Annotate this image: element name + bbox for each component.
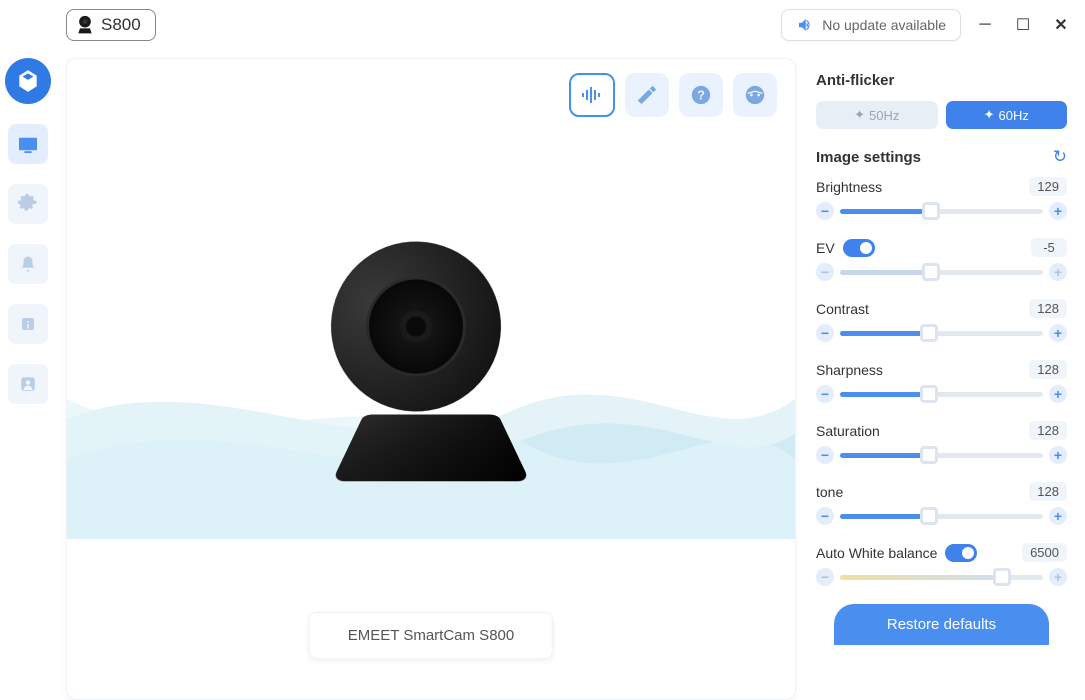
decrement-button[interactable]: − (816, 202, 834, 220)
anti-flicker-options: ✦50Hz ✦60Hz (816, 101, 1067, 129)
setting-value: 128 (1029, 360, 1067, 379)
question-icon: ? (690, 84, 712, 106)
mask-icon (744, 84, 766, 106)
setting-contrast: Contrast128−+ (816, 299, 1067, 342)
setting-toggle[interactable] (945, 544, 977, 562)
sidebar-camera-icon[interactable] (8, 124, 48, 164)
product-name-label: EMEET SmartCam S800 (309, 612, 553, 659)
setting-label: Auto White balance (816, 545, 937, 561)
setting-tone: tone128−+ (816, 482, 1067, 525)
setting-label: tone (816, 484, 843, 500)
setting-value: -5 (1031, 238, 1067, 257)
setting-slider[interactable]: −+ (816, 324, 1067, 342)
tools-button[interactable] (625, 73, 669, 117)
sparkle-icon: ✦ (854, 107, 865, 123)
setting-slider[interactable]: −+ (816, 507, 1067, 525)
slider-track[interactable] (840, 453, 1043, 458)
sidebar-profile-icon[interactable] (8, 364, 48, 404)
audio-tool-button[interactable] (569, 73, 615, 117)
minimize-button[interactable]: ─ (971, 11, 999, 39)
setting-label: Sharpness (816, 362, 883, 378)
setting-label: Saturation (816, 423, 880, 439)
setting-value: 6500 (1022, 543, 1067, 562)
decrement-button[interactable]: − (816, 507, 834, 525)
maximize-button[interactable]: ☐ (1009, 11, 1037, 39)
setting-value: 129 (1029, 177, 1067, 196)
sidebar (0, 0, 56, 700)
sidebar-info-icon[interactable] (8, 304, 48, 344)
product-image (331, 242, 531, 492)
setting-toggle[interactable] (843, 239, 875, 257)
reset-image-settings-icon[interactable]: ↻ (1053, 147, 1067, 167)
sidebar-notifications-icon[interactable] (8, 244, 48, 284)
decrement-button[interactable]: − (816, 324, 834, 342)
restore-defaults-button[interactable]: Restore defaults (834, 604, 1049, 645)
audio-bars-icon (580, 85, 604, 105)
increment-button[interactable]: + (1049, 324, 1067, 342)
slider-track[interactable] (840, 514, 1043, 519)
device-selector[interactable]: S800 (66, 9, 156, 41)
webcam-icon (75, 14, 95, 36)
slider-track (840, 270, 1043, 275)
setting-value: 128 (1029, 421, 1067, 440)
decrement-button[interactable]: − (816, 446, 834, 464)
help-button[interactable]: ? (679, 73, 723, 117)
increment-button: + (1049, 263, 1067, 281)
image-settings-title: Image settings (816, 149, 921, 166)
setting-slider[interactable]: −+ (816, 446, 1067, 464)
slider-track[interactable] (840, 392, 1043, 397)
app-logo (5, 58, 51, 104)
increment-button[interactable]: + (1049, 385, 1067, 403)
setting-label: EV (816, 240, 835, 256)
setting-value: 128 (1029, 482, 1067, 501)
increment-button[interactable]: + (1049, 507, 1067, 525)
increment-button[interactable]: + (1049, 446, 1067, 464)
slider-track[interactable] (840, 209, 1043, 214)
setting-saturation: Saturation128−+ (816, 421, 1067, 464)
decrement-button: − (816, 263, 834, 281)
setting-label: Contrast (816, 301, 869, 317)
setting-slider: −+ (816, 568, 1067, 586)
sidebar-settings-icon[interactable] (8, 184, 48, 224)
update-text: No update available (822, 17, 946, 33)
setting-slider: −+ (816, 263, 1067, 281)
preview-toolbar: ? (569, 73, 777, 117)
settings-panel: Anti-flicker ✦50Hz ✦60Hz Image settings … (816, 58, 1075, 700)
slider-track[interactable] (840, 331, 1043, 336)
setting-sharpness: Sharpness128−+ (816, 360, 1067, 403)
sparkle-icon: ✦ (984, 107, 995, 123)
antiflicker-50hz[interactable]: ✦50Hz (816, 101, 938, 129)
effects-button[interactable] (733, 73, 777, 117)
setting-ev: EV-5−+ (816, 238, 1067, 281)
device-label: S800 (101, 15, 141, 35)
wrench-icon (636, 84, 658, 106)
antiflicker-60hz[interactable]: ✦60Hz (946, 101, 1068, 129)
setting-slider[interactable]: −+ (816, 202, 1067, 220)
increment-button[interactable]: + (1049, 202, 1067, 220)
update-status[interactable]: No update available (781, 9, 961, 41)
setting-auto-white-balance: Auto White balance6500−+ (816, 543, 1067, 586)
decrement-button[interactable]: − (816, 385, 834, 403)
setting-brightness: Brightness129−+ (816, 177, 1067, 220)
setting-slider[interactable]: −+ (816, 385, 1067, 403)
speaker-icon (796, 16, 814, 34)
anti-flicker-title: Anti-flicker (816, 72, 1067, 89)
slider-track (840, 575, 1043, 580)
increment-button: + (1049, 568, 1067, 586)
setting-label: Brightness (816, 179, 882, 195)
close-button[interactable]: ✕ (1047, 11, 1075, 39)
titlebar: S800 No update available ─ ☐ ✕ (56, 0, 1085, 50)
svg-text:?: ? (697, 88, 705, 103)
setting-value: 128 (1029, 299, 1067, 318)
camera-preview: ? EMEET SmartCam S800 (66, 58, 796, 700)
decrement-button: − (816, 568, 834, 586)
